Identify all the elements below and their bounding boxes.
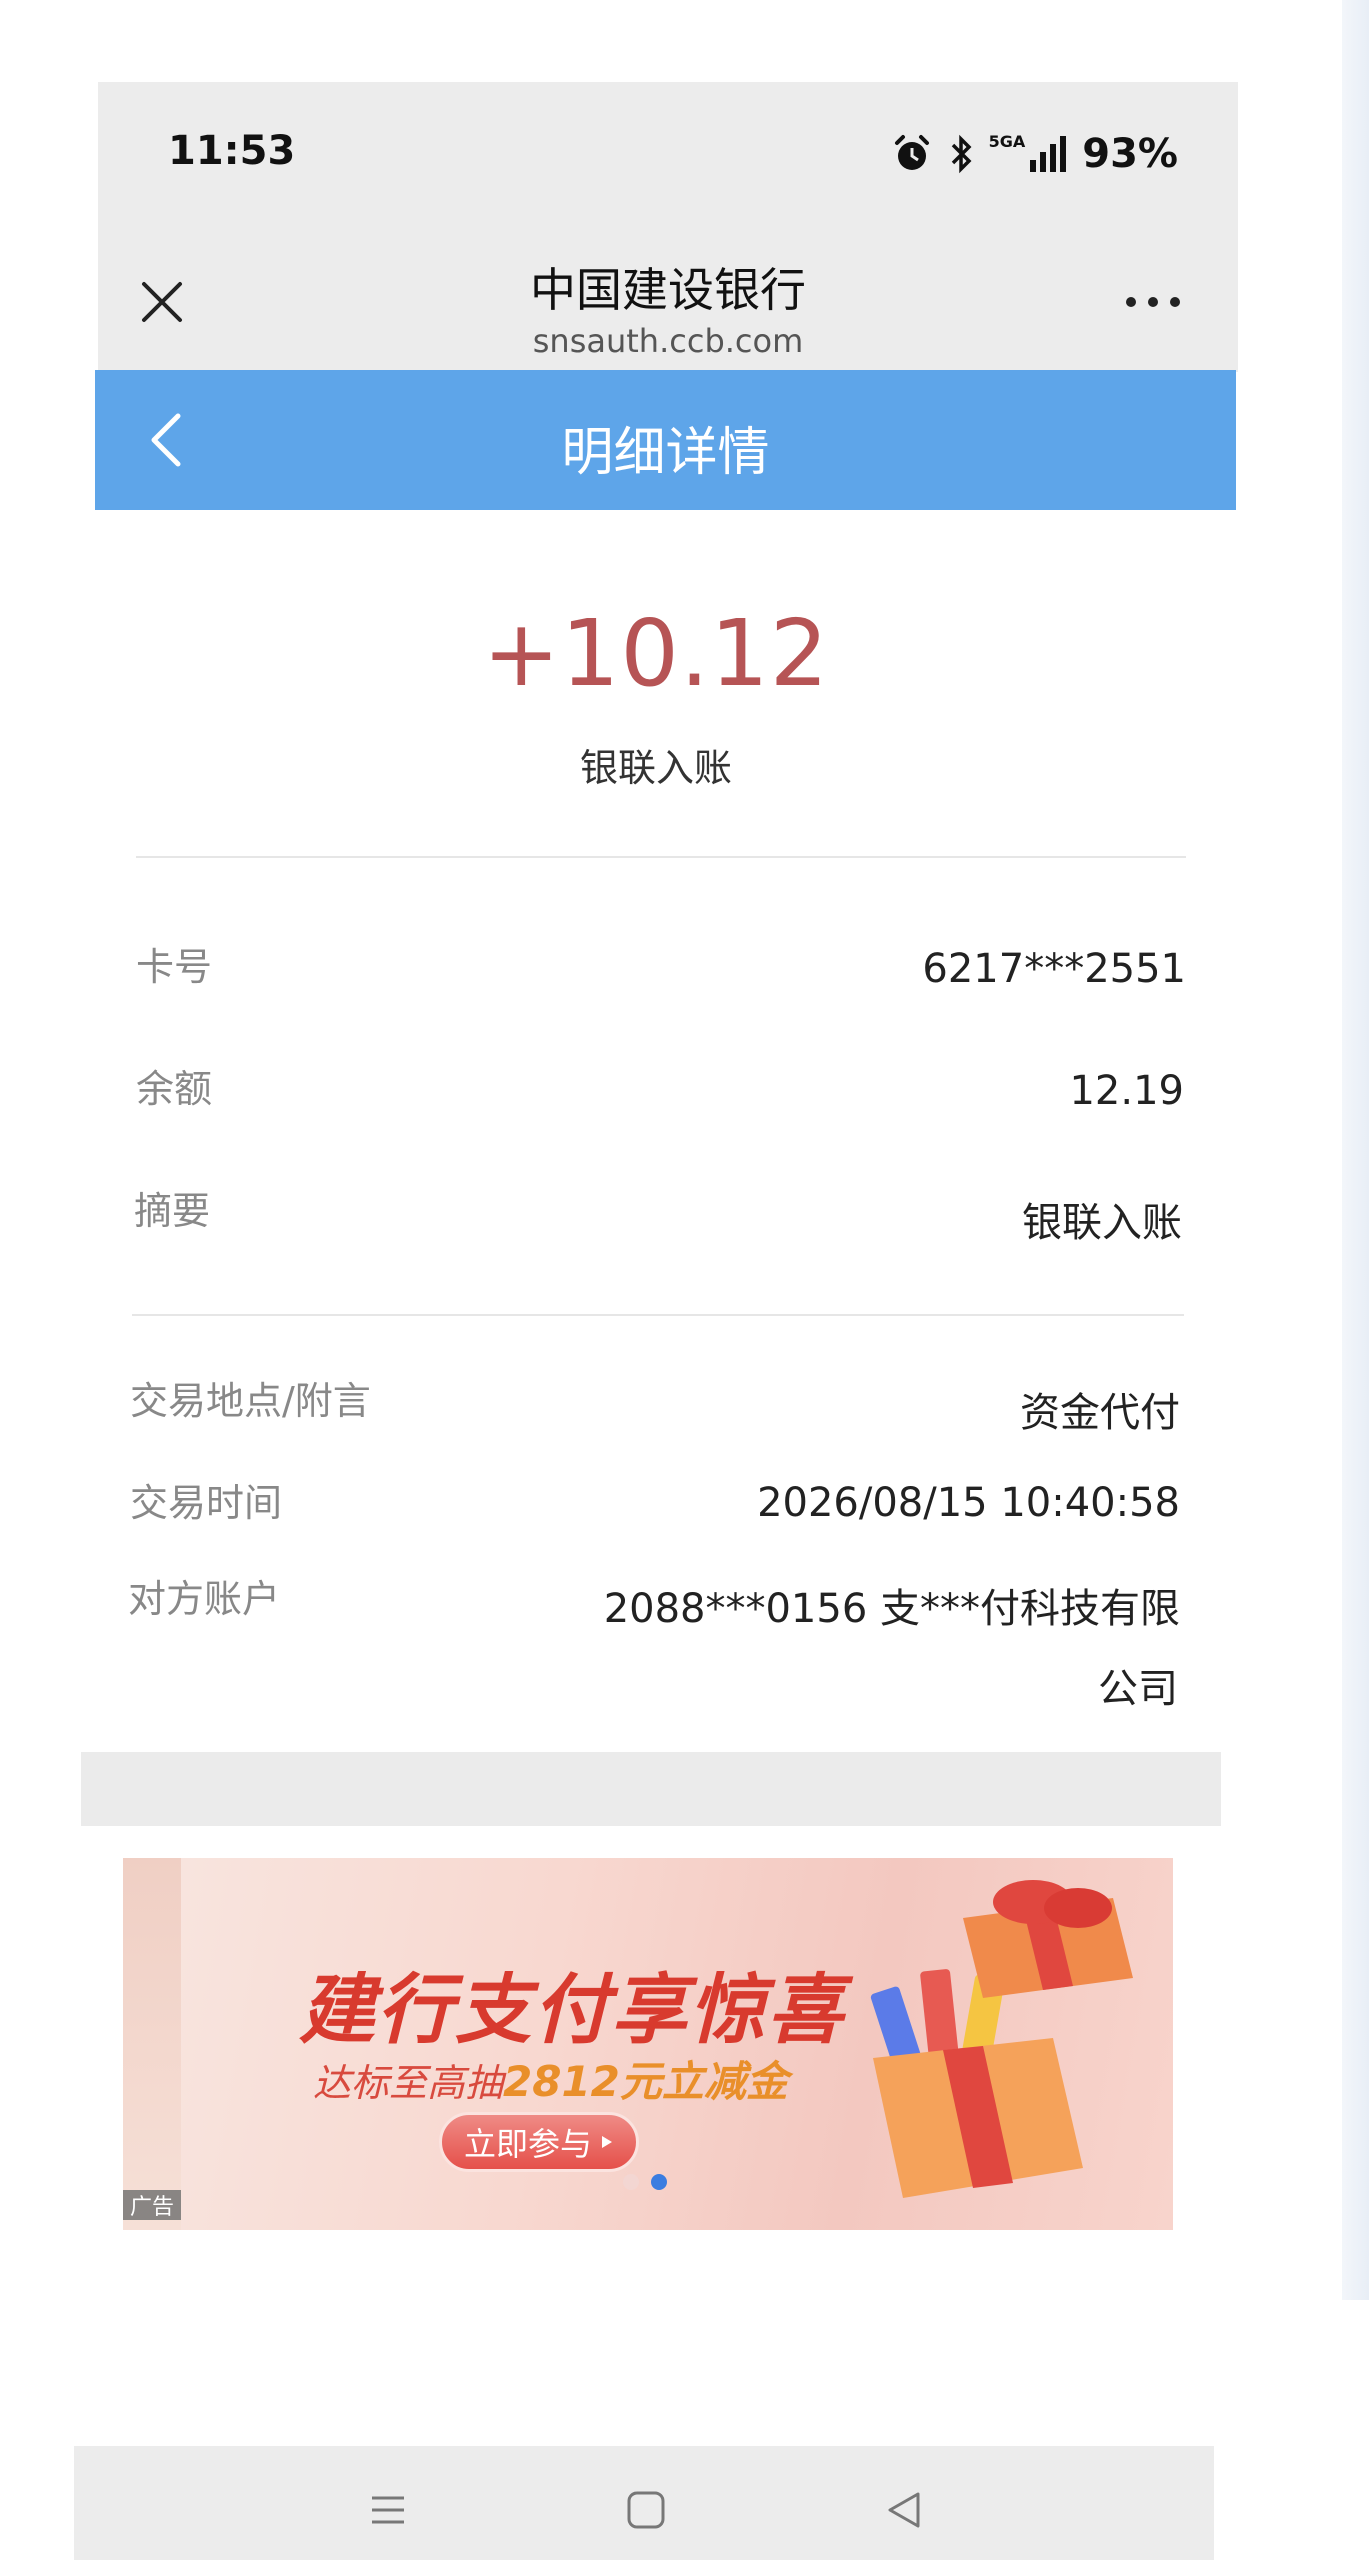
more-icon bbox=[1126, 297, 1180, 307]
status-time: 11:53 bbox=[168, 128, 296, 174]
join-button-label: 立即参与 bbox=[463, 2125, 592, 2163]
detail-value: 6217***2551 bbox=[922, 946, 1186, 992]
phone-screen: 11:53 5GA 93% 中国建设银行 snsauth.ccb.com 明细详… bbox=[74, 0, 1238, 2560]
network-type: 5GA bbox=[988, 132, 1026, 151]
status-bar: 11:53 5GA 93% bbox=[98, 82, 1238, 232]
detail-label: 交易地点/附言 bbox=[130, 1379, 371, 1423]
page-title: 明细详情 bbox=[561, 423, 770, 483]
detail-value: 资金代付 bbox=[1020, 1390, 1180, 1436]
divider bbox=[136, 856, 1186, 858]
page-header: 明细详情 bbox=[95, 370, 1236, 510]
system-navigation-bar bbox=[74, 2446, 1214, 2560]
join-button[interactable]: 立即参与 bbox=[439, 2112, 639, 2172]
carousel-dot-active bbox=[651, 2174, 667, 2190]
detail-value-continued: 公司 bbox=[1098, 1666, 1178, 1712]
detail-value: 12.19 bbox=[1069, 1068, 1184, 1114]
ad-tag: 广告 bbox=[123, 2190, 181, 2220]
banner-prev-slide bbox=[123, 1858, 181, 2230]
battery-level: 93% bbox=[1082, 131, 1178, 177]
section-separator bbox=[81, 1752, 1221, 1826]
menu-icon bbox=[372, 2496, 404, 2524]
transaction-amount: +10.12 bbox=[482, 600, 830, 707]
detail-label: 对方账户 bbox=[128, 1577, 281, 1621]
banner-subtitle: 达标至高抽2812元立减金 bbox=[313, 2048, 788, 2109]
triangle-back-icon bbox=[888, 2492, 920, 2528]
banner-title: 建行支付享惊喜 bbox=[299, 1965, 845, 2054]
play-arrow-icon bbox=[602, 2136, 612, 2148]
home-icon bbox=[627, 2491, 665, 2529]
browser-titlebar: 中国建设银行 snsauth.ccb.com bbox=[98, 232, 1238, 372]
detail-value: 2026/08/15 10:40:58 bbox=[757, 1480, 1180, 1526]
detail-label: 卡号 bbox=[136, 945, 213, 989]
browser-title: 中国建设银行 bbox=[530, 263, 806, 317]
gift-box-illustration bbox=[863, 1878, 1163, 2222]
promo-banner[interactable]: 建行支付享惊喜 达标至高抽2812元立减金 立即参与 广告 bbox=[123, 1858, 1173, 2230]
banner-subtitle-prefix: 达标至高抽 bbox=[313, 2061, 504, 2105]
detail-label: 交易时间 bbox=[130, 1481, 283, 1525]
background-strip bbox=[1342, 0, 1369, 2300]
detail-value: 银联入账 bbox=[1022, 1200, 1182, 1246]
status-icons: 5GA 93% bbox=[891, 131, 1178, 177]
detail-label: 余额 bbox=[136, 1067, 213, 1111]
signal-icon: 5GA bbox=[989, 134, 1069, 174]
menu-button[interactable] bbox=[362, 2484, 414, 2536]
home-button[interactable] bbox=[620, 2484, 672, 2536]
transaction-type: 银联入账 bbox=[579, 746, 732, 790]
banner-subtitle-highlight: 2812元立减金 bbox=[503, 2057, 788, 2106]
browser-url: snsauth.ccb.com bbox=[532, 322, 804, 360]
bluetooth-icon bbox=[947, 133, 975, 175]
more-button[interactable] bbox=[1118, 282, 1188, 322]
back-nav-button[interactable] bbox=[878, 2484, 930, 2536]
alarm-icon bbox=[891, 133, 933, 175]
detail-value: 2088***0156 支***付科技有限 bbox=[603, 1586, 1180, 1632]
divider bbox=[132, 1314, 1184, 1316]
carousel-dot bbox=[623, 2174, 639, 2190]
carousel-indicator bbox=[623, 2174, 667, 2190]
detail-label: 摘要 bbox=[134, 1189, 211, 1233]
